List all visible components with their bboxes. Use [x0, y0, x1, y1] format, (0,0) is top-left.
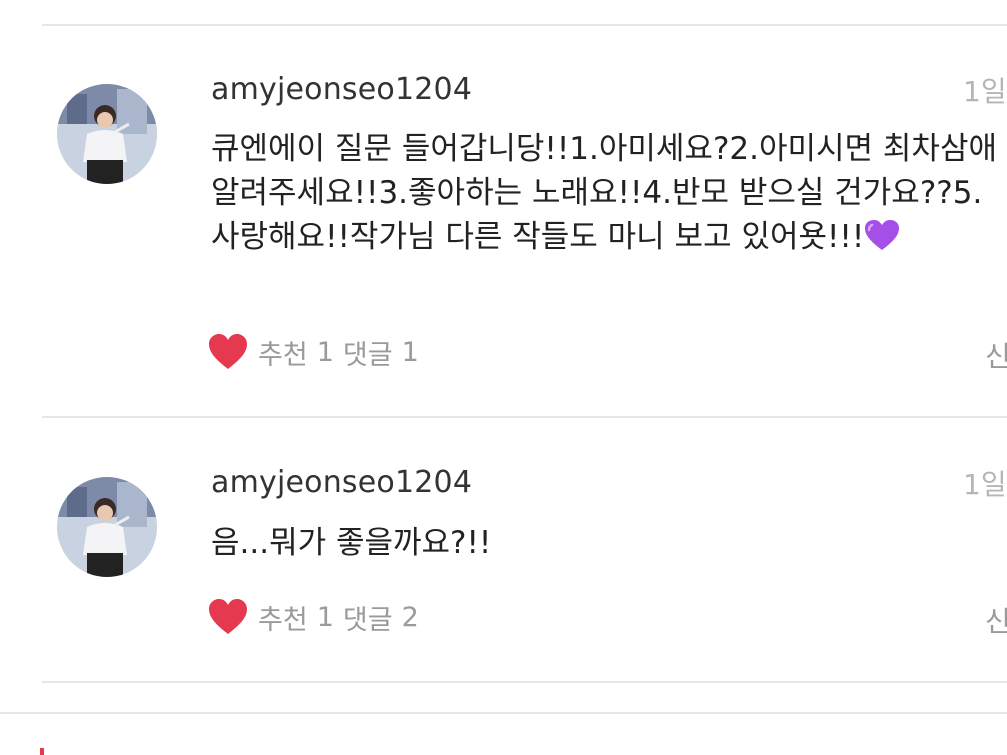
comment-text: 큐엔에이 질문 들어갑니당!!1.아미세요?2.아미시면 최차삼애 알려주세요!…: [211, 127, 1001, 259]
like-count: 1: [316, 336, 334, 368]
heart-icon[interactable]: [208, 334, 248, 370]
purple-heart-icon: [865, 220, 900, 250]
reply-count: 2: [401, 601, 419, 633]
comment-actions: 추천 1 댓글 2: [208, 597, 428, 637]
like-label[interactable]: 추천: [258, 598, 308, 637]
like-label[interactable]: 추천: [258, 333, 308, 372]
top-divider: [42, 24, 1007, 26]
comment-time: 1일: [963, 468, 1007, 501]
comment-username[interactable]: amyjeonseo1204: [211, 72, 472, 107]
comment-text: 음...뭐가 좋을까요?!!: [211, 525, 492, 561]
report-button[interactable]: 신: [985, 600, 1007, 640]
like-count: 1: [316, 601, 334, 633]
reply-label[interactable]: 댓글: [343, 333, 393, 372]
comment-actions: 추천 1 댓글 1: [208, 332, 428, 372]
comment-divider: [42, 681, 1007, 683]
report-button[interactable]: 신: [985, 335, 1007, 375]
comment-time: 1일: [963, 75, 1007, 108]
accent-mark: [40, 748, 44, 755]
section-divider: [0, 712, 1007, 714]
avatar[interactable]: [57, 84, 157, 184]
reply-count: 1: [401, 336, 419, 368]
comment-username[interactable]: amyjeonseo1204: [211, 465, 472, 500]
reply-label[interactable]: 댓글: [343, 598, 393, 637]
comment-divider: [42, 416, 1007, 418]
heart-icon[interactable]: [208, 599, 248, 635]
avatar[interactable]: [57, 477, 157, 577]
